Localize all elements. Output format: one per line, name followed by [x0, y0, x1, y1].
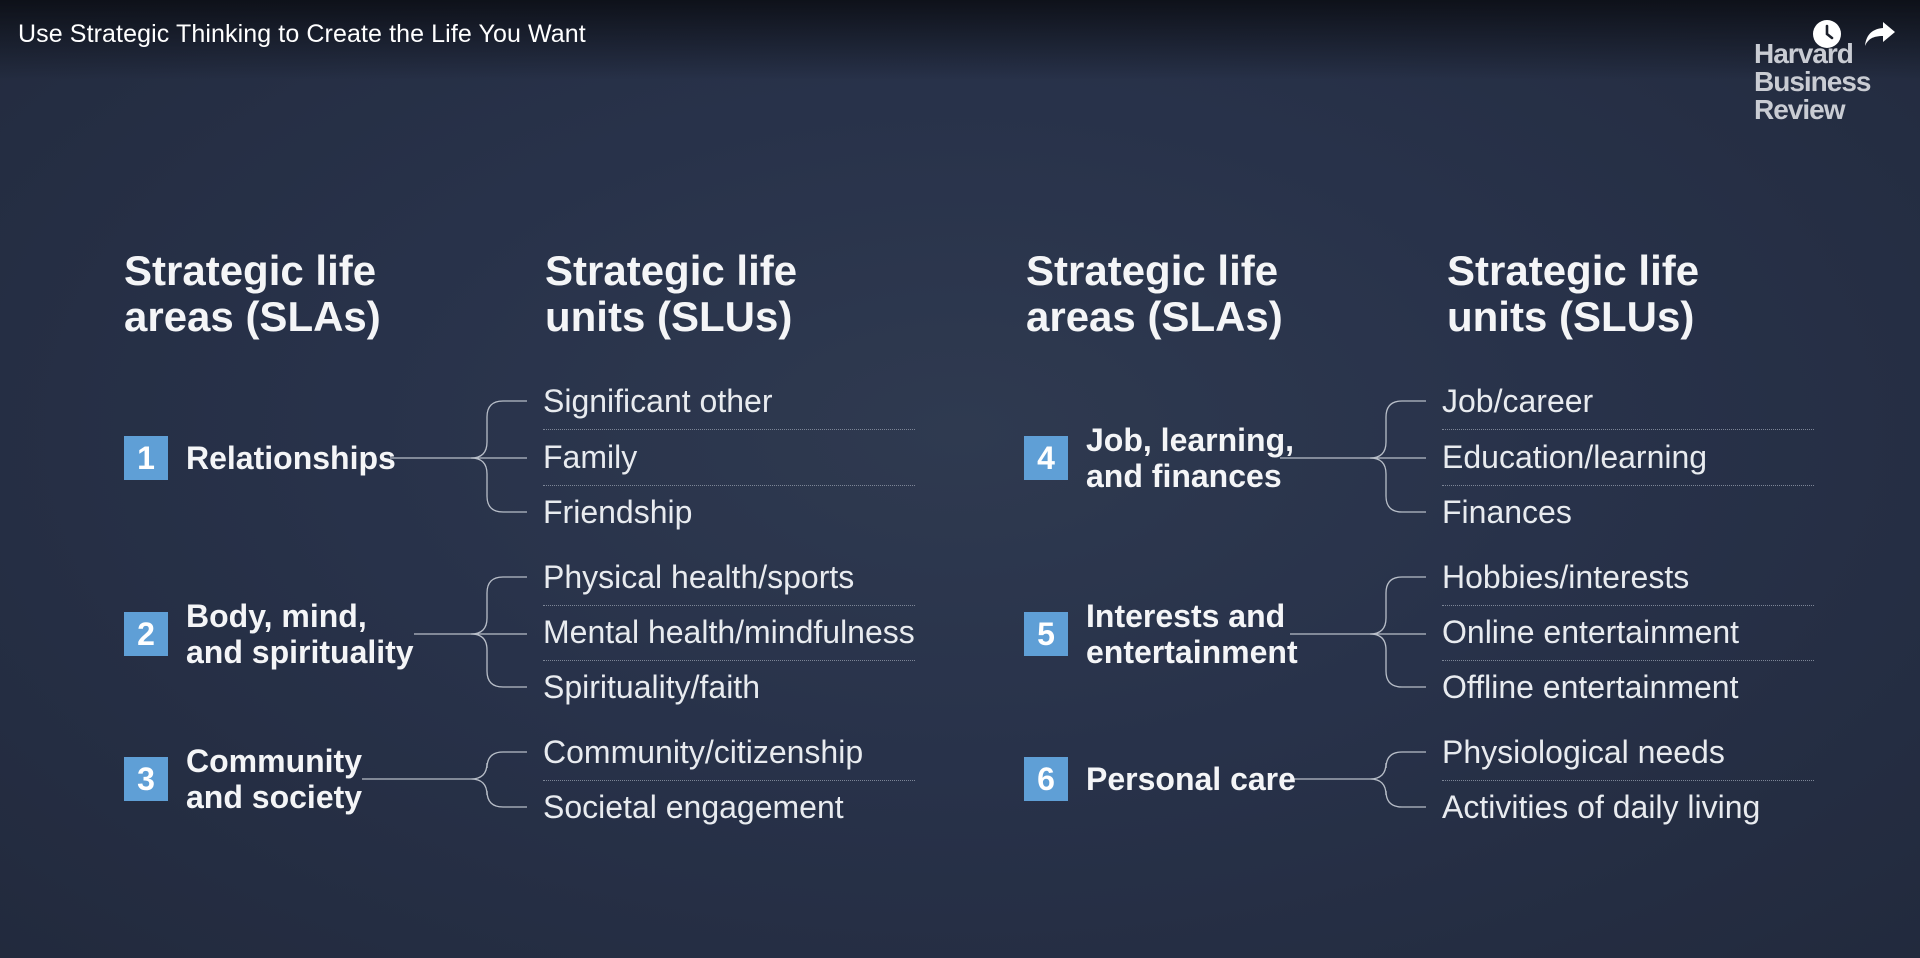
slu-divider — [1442, 605, 1814, 606]
slu-divider — [543, 660, 915, 661]
slu-item: Significant other — [543, 383, 773, 419]
sla-number-badge: 4 — [1024, 436, 1068, 480]
slu-divider — [1442, 485, 1814, 486]
slu-item: Spirituality/faith — [543, 669, 760, 705]
slu-item: Friendship — [543, 494, 693, 530]
slu-item: Physiological needs — [1442, 734, 1725, 770]
slu-item: Societal engagement — [543, 789, 844, 825]
sla-name: Relationships — [186, 440, 396, 476]
connector-brace — [1369, 576, 1426, 688]
sla-name: Body, mind, and spirituality — [186, 598, 414, 670]
slu-item: Finances — [1442, 494, 1572, 530]
slu-item: Physical health/sports — [543, 559, 855, 595]
connector-brace — [470, 751, 527, 808]
connector-brace — [1369, 400, 1426, 513]
connector-brace — [470, 576, 527, 688]
connector-brace — [470, 400, 527, 513]
connector-brace — [1369, 751, 1426, 808]
slu-item: Hobbies/interests — [1442, 559, 1690, 595]
slu-item: Activities of daily living — [1442, 789, 1761, 825]
sla-item-1: 1 Relationships — [124, 436, 396, 480]
slu-item: Family — [543, 439, 638, 475]
slu-divider — [1442, 660, 1814, 661]
sla-item-6: 6 Personal care — [1024, 757, 1296, 801]
slu-divider — [543, 429, 915, 430]
sla-name: Community and society — [186, 743, 363, 815]
sla-number-badge: 2 — [124, 612, 168, 656]
sla-name: Personal care — [1086, 761, 1296, 797]
sla-number-badge: 5 — [1024, 612, 1068, 656]
slu-divider — [543, 780, 915, 781]
slu-divider — [1442, 429, 1814, 430]
sla-number-badge: 3 — [124, 757, 168, 801]
slu-divider — [543, 605, 915, 606]
slu-item: Education/learning — [1442, 439, 1708, 475]
slu-item: Mental health/mindfulness — [543, 614, 915, 650]
slu-item: Community/citizenship — [543, 734, 864, 770]
sla-item-4: 4 Job, learning, and finances — [1024, 422, 1294, 494]
sla-item-3: 3 Community and society — [124, 743, 362, 815]
sla-name: Job, learning, and finances — [1086, 422, 1295, 494]
sla-number-badge: 1 — [124, 436, 168, 480]
slu-divider — [1442, 780, 1814, 781]
sla-name: Interests and entertainment — [1086, 598, 1298, 670]
slu-item: Online entertainment — [1442, 614, 1740, 650]
sla-item-2: 2 Body, mind, and spirituality — [124, 598, 414, 670]
slu-item: Job/career — [1442, 383, 1594, 419]
sla-number-badge: 6 — [1024, 757, 1068, 801]
slu-item: Offline entertainment — [1442, 669, 1739, 705]
sla-item-5: 5 Interests and entertainment — [1024, 598, 1298, 670]
slu-divider — [543, 485, 915, 486]
